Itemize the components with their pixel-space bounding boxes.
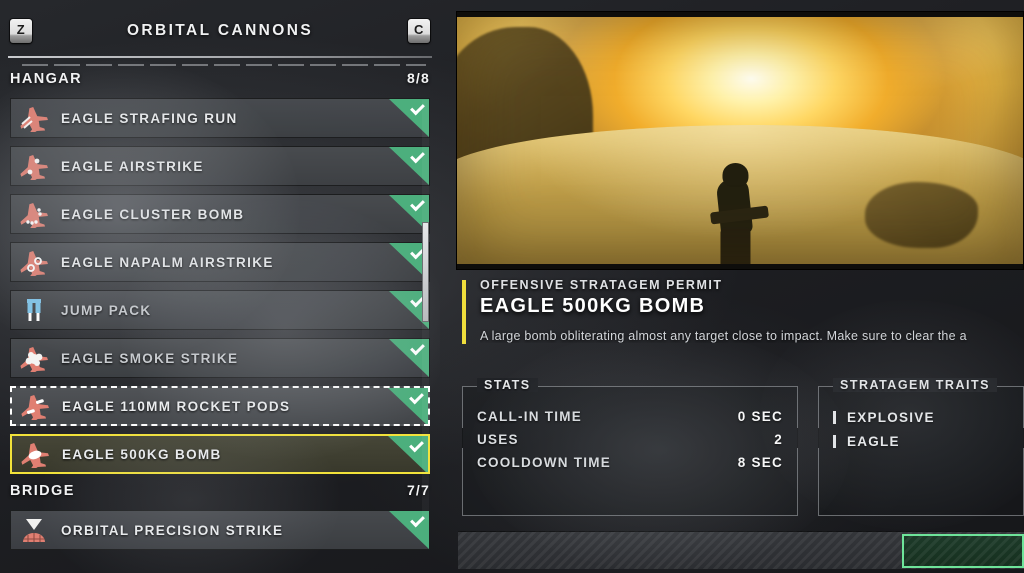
scrollbar-thumb[interactable] bbox=[422, 222, 429, 322]
panel-header: Z ORBITAL CANNONS C bbox=[0, 0, 440, 66]
stratagem-description: A large bomb obliterating almost any tar… bbox=[480, 329, 967, 343]
stratagem-title: EAGLE 500KG BOMB bbox=[480, 295, 706, 317]
stat-value: 2 bbox=[774, 432, 783, 447]
stratagem-label: JUMP PACK bbox=[61, 302, 152, 318]
outfit-button[interactable]: OUTFIT bbox=[902, 534, 1024, 568]
stat-row-uses: USES 2 bbox=[463, 432, 797, 447]
stratagem-label: EAGLE SMOKE STRIKE bbox=[61, 350, 239, 366]
stratagem-list-panel: Z ORBITAL CANNONS C HANGAR 8/8 EAGLE STR… bbox=[0, 0, 440, 573]
stratagem-row-jump-pack[interactable]: JUMP PACK bbox=[10, 290, 430, 330]
stat-value: 8 SEC bbox=[737, 455, 783, 470]
stratagem-label: ORBITAL PRECISION STRIKE bbox=[61, 522, 284, 538]
stratagem-label: EAGLE CLUSTER BOMB bbox=[61, 206, 245, 222]
stratagem-label: EAGLE AIRSTRIKE bbox=[61, 158, 204, 174]
traits-panel: STRATAGEM TRAITS EXPLOSIVE EAGLE bbox=[818, 378, 1024, 516]
header-divider-dashed bbox=[22, 64, 426, 66]
stat-value: 0 SEC bbox=[737, 409, 783, 424]
page-title: ORBITAL CANNONS bbox=[126, 22, 314, 39]
stratagem-label: EAGLE 500KG BOMB bbox=[62, 446, 222, 462]
stratagem-row-eagle-cluster-bomb[interactable]: EAGLE CLUSTER BOMB bbox=[10, 194, 430, 234]
stat-label: CALL-IN TIME bbox=[477, 409, 582, 424]
jump-pack-icon bbox=[13, 291, 55, 329]
eagle-rocket-pods-icon bbox=[14, 388, 56, 424]
stratagem-label: EAGLE 110MM ROCKET PODS bbox=[62, 398, 291, 414]
next-category-key[interactable]: C bbox=[408, 19, 430, 43]
bridge-list: ORBITAL PRECISION STRIKE bbox=[0, 510, 440, 550]
trait-marker-icon bbox=[833, 435, 836, 448]
stratagem-row-eagle-napalm-airstrike[interactable]: EAGLE NAPALM AIRSTRIKE bbox=[10, 242, 430, 282]
stratagem-row-eagle-strafing-run[interactable]: EAGLE STRAFING RUN bbox=[10, 98, 430, 138]
preview-letterbox-bottom bbox=[457, 264, 1023, 269]
stat-label: USES bbox=[477, 432, 519, 447]
trait-label: EAGLE bbox=[847, 434, 900, 449]
eagle-500kg-bomb-icon bbox=[14, 436, 56, 472]
eagle-smoke-strike-icon bbox=[13, 339, 55, 377]
stratagem-screen: Z ORBITAL CANNONS C HANGAR 8/8 EAGLE STR… bbox=[0, 0, 1024, 573]
trait-row-eagle: EAGLE bbox=[819, 434, 1023, 449]
eagle-cluster-bomb-icon bbox=[13, 195, 55, 233]
section-name: HANGAR bbox=[10, 71, 83, 87]
stratagem-label: EAGLE STRAFING RUN bbox=[61, 110, 238, 126]
stratagem-list-scrollbar[interactable] bbox=[422, 100, 429, 520]
stratagem-row-eagle-110mm-rocket-pods[interactable]: EAGLE 110MM ROCKET PODS bbox=[10, 386, 430, 426]
stratagem-row-orbital-precision-strike[interactable]: ORBITAL PRECISION STRIKE bbox=[10, 510, 430, 550]
stratagem-preview-video bbox=[456, 11, 1024, 270]
stat-label: COOLDOWN TIME bbox=[477, 455, 611, 470]
permit-label: OFFENSIVE STRATAGEM PERMIT bbox=[480, 278, 723, 292]
section-count: 8/8 bbox=[406, 70, 430, 86]
preview-vignette bbox=[457, 12, 1023, 269]
stratagem-label: EAGLE NAPALM AIRSTRIKE bbox=[61, 254, 274, 270]
section-header-bridge: BRIDGE 7/7 bbox=[0, 482, 440, 510]
stat-row-cooldown-time: COOLDOWN TIME 8 SEC bbox=[463, 455, 797, 470]
traits-panel-title: STRATAGEM TRAITS bbox=[833, 378, 997, 392]
detail-title-block: OFFENSIVE STRATAGEM PERMIT EAGLE 500KG B… bbox=[462, 278, 1024, 344]
stratagem-row-eagle-500kg-bomb[interactable]: EAGLE 500KG BOMB bbox=[10, 434, 430, 474]
preview-letterbox-top bbox=[457, 12, 1023, 17]
trait-label: EXPLOSIVE bbox=[847, 410, 935, 425]
orbital-precision-strike-icon bbox=[13, 511, 55, 549]
prev-category-key[interactable]: Z bbox=[10, 19, 32, 43]
trait-marker-icon bbox=[833, 411, 836, 424]
trait-row-explosive: EXPLOSIVE bbox=[819, 410, 1023, 425]
section-name: BRIDGE bbox=[10, 483, 75, 499]
title-accent-bar bbox=[462, 280, 466, 344]
stats-panel-title: STATS bbox=[477, 378, 538, 392]
stat-row-call-in-time: CALL-IN TIME 0 SEC bbox=[463, 409, 797, 424]
header-divider bbox=[8, 56, 432, 58]
stats-panel: STATS CALL-IN TIME 0 SEC USES 2 COOLDOWN… bbox=[462, 378, 798, 516]
bottom-action-bar: OUTFIT bbox=[458, 531, 1024, 569]
section-header-hangar: HANGAR 8/8 bbox=[0, 70, 440, 98]
stratagem-row-eagle-smoke-strike[interactable]: EAGLE SMOKE STRIKE bbox=[10, 338, 430, 378]
eagle-napalm-airstrike-icon bbox=[13, 243, 55, 281]
hangar-list: EAGLE STRAFING RUN EAGLE AIRSTRIKE EAGLE… bbox=[0, 98, 440, 474]
eagle-airstrike-icon bbox=[13, 147, 55, 185]
eagle-strafing-run-icon bbox=[13, 99, 55, 137]
stratagem-row-eagle-airstrike[interactable]: EAGLE AIRSTRIKE bbox=[10, 146, 430, 186]
